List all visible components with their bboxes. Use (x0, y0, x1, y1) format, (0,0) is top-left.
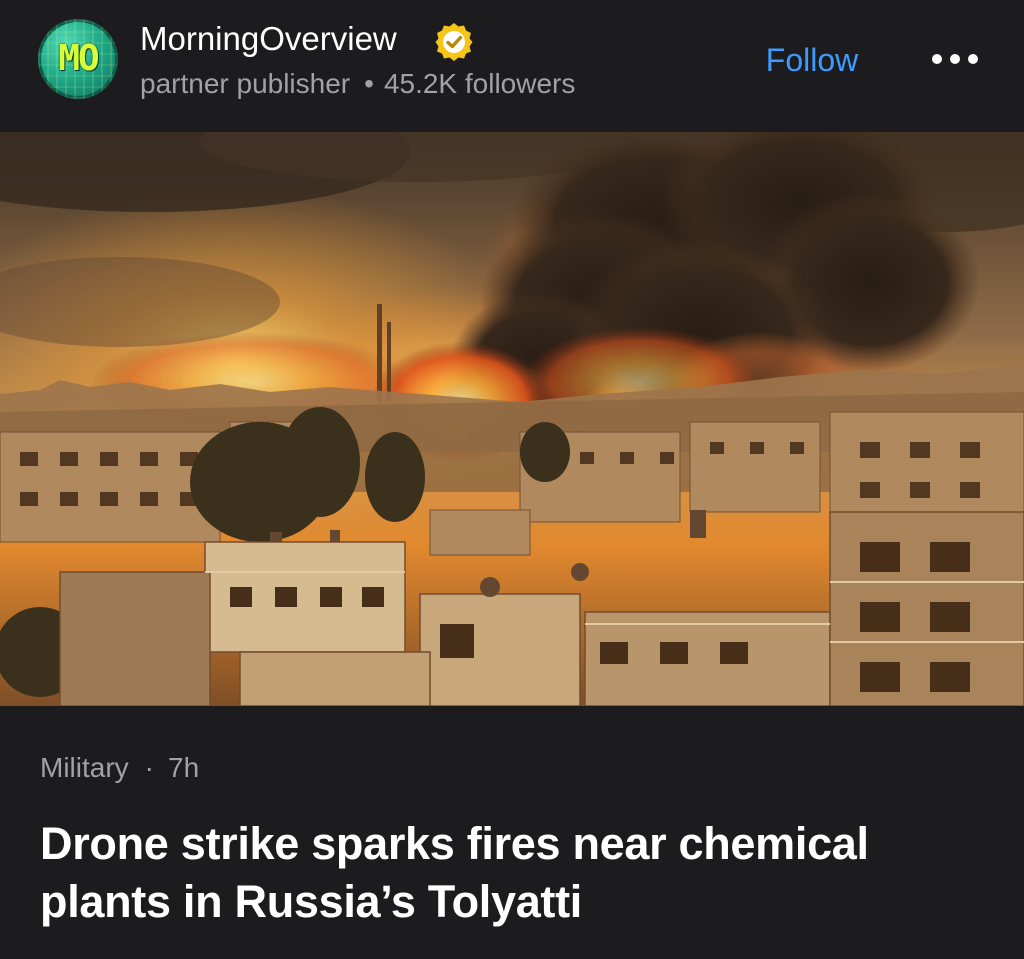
verified-badge-icon (435, 23, 473, 61)
follow-button[interactable]: Follow (742, 38, 882, 82)
city-fire-smoke-image[interactable] (0, 132, 1024, 706)
follower-count: 45.2K followers (383, 68, 576, 99)
meta-separator: · (144, 752, 154, 783)
article-category[interactable]: Military (40, 752, 129, 783)
article-meta: Military · 7h (40, 752, 199, 784)
more-options-icon[interactable] (930, 40, 980, 80)
article-age: 7h (168, 752, 200, 783)
publisher-header: MO MorningOverview partner publisher • 45.… (0, 0, 1024, 132)
hero-illustration (0, 132, 1024, 706)
publisher-type: partner publisher (140, 68, 351, 99)
avatar-logo-text: MO (58, 38, 99, 79)
publisher-name[interactable]: MorningOverview (140, 20, 397, 58)
publisher-avatar[interactable]: MO (38, 19, 118, 99)
meta-dot-separator: • (364, 68, 374, 99)
publisher-meta: partner publisher • 45.2K followers (140, 68, 575, 100)
article-card[interactable]: MO MorningOverview partner publisher • 45.… (0, 0, 1024, 959)
article-headline[interactable]: Drone strike sparks fires near chemical … (40, 815, 990, 931)
